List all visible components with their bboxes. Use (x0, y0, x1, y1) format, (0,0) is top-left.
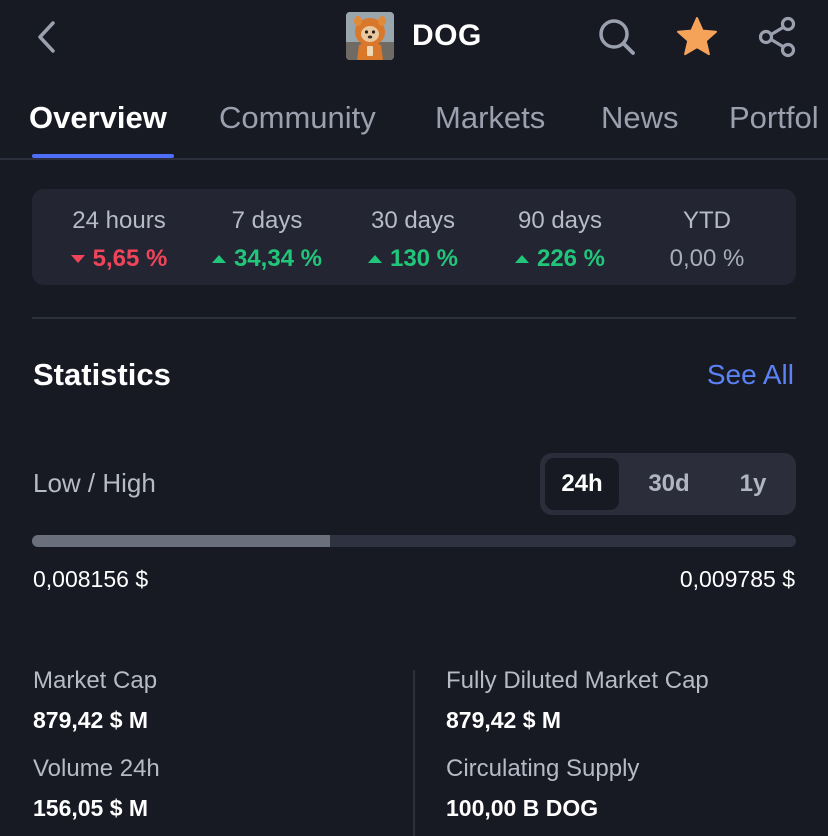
stat-value: 100,00 B DOG (446, 795, 599, 821)
perf-value: 226 % (495, 245, 625, 273)
price-change-card: 24 hours 5,65 % 7 days 34,34 % 30 days 1… (32, 189, 796, 285)
coin-title: DOG (412, 19, 482, 52)
tab-community[interactable]: Community (219, 100, 376, 136)
perf-value: 5,65 % (54, 245, 184, 273)
app-header: DOG (0, 0, 828, 76)
search-button[interactable] (594, 14, 640, 60)
stat-label: Market Cap (33, 667, 158, 694)
perf-label: YTD (683, 207, 731, 234)
see-all-link[interactable]: See All (707, 359, 794, 391)
range-bar-fill (32, 535, 330, 547)
perf-30d: 30 days 130 % (348, 189, 478, 285)
perf-value: 0,00 % (642, 245, 772, 273)
stat-value: 879,42 $ M (446, 707, 562, 733)
back-button[interactable] (28, 18, 64, 56)
low-high-label: Low / High (33, 468, 156, 498)
section-divider (32, 317, 796, 319)
chevron-left-icon (38, 21, 55, 53)
perf-24h: 24 hours 5,65 % (54, 189, 184, 285)
perf-value: 34,34 % (202, 245, 332, 273)
share-button[interactable] (754, 14, 800, 60)
arrow-down-icon (70, 255, 85, 263)
tab-news[interactable]: News (601, 100, 679, 136)
statistics-title: Statistics (33, 357, 171, 392)
stats-column-divider (413, 670, 415, 836)
perf-label: 7 days (231, 207, 303, 234)
stat-label: Volume 24h (33, 755, 160, 782)
stat-value: 879,42 $ M (33, 707, 149, 733)
range-low-value: 0,008156 $ (33, 566, 149, 592)
arrow-up-icon (367, 255, 382, 263)
low-high-range-bar (32, 535, 796, 547)
range-option-30d[interactable]: 30d (632, 458, 706, 510)
stat-value: 156,05 $ M (33, 795, 149, 821)
stat-market-cap: Market Cap 879,42 $ M (33, 667, 157, 734)
perf-value: 130 % (348, 245, 478, 273)
tab-markets[interactable]: Markets (435, 100, 545, 136)
perf-7d: 7 days 34,34 % (202, 189, 332, 285)
range-option-24h[interactable]: 24h (545, 458, 619, 510)
share-icon (758, 16, 796, 58)
perf-label: 24 hours (72, 207, 166, 234)
perf-value-text: 226 % (536, 245, 606, 272)
perf-value-text: 5,65 % (92, 245, 168, 272)
perf-90d: 90 days 226 % (495, 189, 625, 285)
perf-value-text: 34,34 % (233, 245, 323, 272)
range-option-1y[interactable]: 1y (716, 458, 790, 510)
tab-bar: Overview Community Markets News Portfol (0, 92, 828, 160)
perf-label: 90 days (517, 207, 603, 234)
arrow-up-icon (514, 255, 529, 263)
range-toggle: 24h 30d 1y (540, 453, 796, 515)
coin-detail-screen: DOG Overview Community Markets News Port… (0, 0, 828, 836)
stat-volume-24h: Volume 24h 156,05 $ M (33, 755, 160, 822)
stat-label: Circulating Supply (446, 755, 640, 782)
favorite-button[interactable] (674, 14, 720, 60)
arrow-up-icon (211, 255, 226, 263)
star-icon (677, 17, 717, 56)
range-high-value: 0,009785 $ (679, 566, 795, 592)
perf-label: 30 days (370, 207, 456, 234)
stat-label: Fully Diluted Market Cap (446, 667, 709, 694)
active-tab-indicator (32, 154, 174, 158)
tab-overview[interactable]: Overview (29, 100, 167, 136)
perf-value-text: 0,00 % (669, 245, 745, 272)
perf-ytd: YTD 0,00 % (642, 189, 772, 285)
search-icon (599, 19, 635, 55)
perf-value-text: 130 % (389, 245, 459, 272)
tab-portfolio[interactable]: Portfol (729, 100, 819, 136)
stat-fully-diluted-market-cap: Fully Diluted Market Cap 879,42 $ M (446, 667, 709, 734)
coin-title-group: DOG (346, 12, 482, 60)
coin-logo (346, 12, 394, 60)
stat-circulating-supply: Circulating Supply 100,00 B DOG (446, 755, 639, 822)
